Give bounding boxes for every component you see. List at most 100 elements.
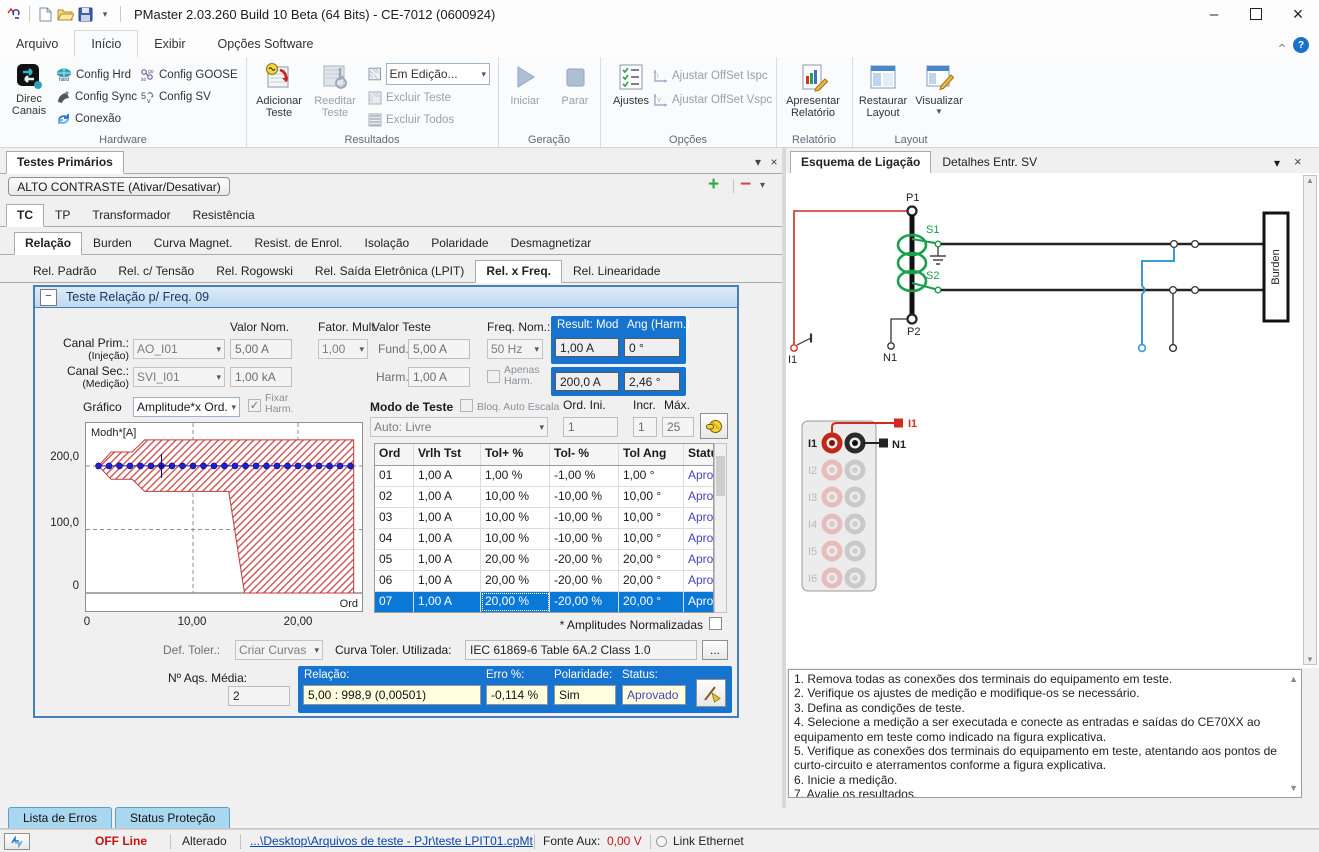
right-panel-menu-icon[interactable]: ▾ bbox=[1274, 156, 1280, 170]
table-row[interactable]: 06 1,00 A 20,00 % -20,00 % 20,00 ° Aprov… bbox=[375, 571, 713, 592]
test-state-combo[interactable]: Em Edição...▾ bbox=[386, 63, 490, 85]
save-button[interactable] bbox=[75, 4, 95, 24]
collapse-ribbon-icon[interactable]: › bbox=[1273, 43, 1288, 47]
apresentar-relatorio-button[interactable]: Apresentar Relatório bbox=[786, 62, 840, 119]
bottom-tab[interactable]: Lista de Erros bbox=[8, 807, 112, 828]
amplitudes-normalizadas-checkbox[interactable] bbox=[709, 617, 722, 630]
device-tab[interactable]: Resistência bbox=[182, 204, 266, 227]
excluir-teste-button[interactable]: Excluir Teste bbox=[368, 88, 451, 108]
valor-nom-prim-field[interactable]: 5,00 A bbox=[230, 339, 292, 359]
table-row[interactable]: 01 1,00 A 1,00 % -1,00 % 1,00 ° Aprovado bbox=[375, 466, 713, 487]
minimize-button[interactable]: – bbox=[1193, 0, 1235, 28]
clear-results-button[interactable] bbox=[696, 679, 726, 707]
canal-sec-combo[interactable]: SVI_I01▾ bbox=[133, 367, 225, 387]
test-type-tab[interactable]: Curva Magnet. bbox=[143, 232, 244, 255]
direc-canais-button[interactable]: Direc Canais bbox=[2, 62, 56, 117]
valor-nom-sec-field[interactable]: 1,00 kA bbox=[230, 367, 292, 387]
tab-testes-primarios[interactable]: Testes Primários bbox=[6, 151, 124, 174]
grafico-combo[interactable]: Amplitude*x Ord.▾ bbox=[133, 397, 240, 417]
qat-customize-icon[interactable]: ▾ bbox=[95, 4, 115, 24]
table-row[interactable]: 07 1,00 A 20,00 % -20,00 % 20,00 ° Aprov… bbox=[375, 592, 713, 613]
test-type-tab[interactable]: Polaridade bbox=[420, 232, 499, 255]
scroll-down-icon[interactable]: ▼ bbox=[1304, 655, 1316, 664]
reconnect-button[interactable] bbox=[4, 833, 30, 850]
apenas-harm-checkbox[interactable] bbox=[487, 370, 500, 383]
test-type-tab[interactable]: Burden bbox=[82, 232, 143, 255]
iniciar-button[interactable]: Iniciar bbox=[498, 62, 552, 107]
remove-test-minus-button[interactable]: − bbox=[740, 174, 751, 196]
def-toler-combo[interactable]: Criar Curvas▾ bbox=[235, 640, 323, 660]
table-row[interactable]: 03 1,00 A 10,00 % -10,00 % 10,00 ° Aprov… bbox=[375, 508, 713, 529]
config-sync-button[interactable]: Config Sync bbox=[56, 87, 137, 107]
instructions-scroll-down-icon[interactable]: ▼ bbox=[1289, 781, 1298, 795]
relation-subtab[interactable]: Rel. Rogowski bbox=[205, 260, 304, 283]
bottom-tab[interactable]: Status Proteção bbox=[115, 807, 230, 828]
table-row[interactable]: 02 1,00 A 10,00 % -10,00 % 10,00 ° Aprov… bbox=[375, 487, 713, 508]
device-tab[interactable]: TC bbox=[6, 204, 44, 227]
test-type-tab[interactable]: Isolação bbox=[353, 232, 420, 255]
curva-toler-field[interactable]: IEC 61869-6 Table 6A.2 Class 1.0 bbox=[465, 640, 697, 660]
alto-contraste-button[interactable]: ALTO CONTRASTE (Ativar/Desativar) bbox=[8, 177, 230, 196]
right-panel-close-icon[interactable]: × bbox=[1294, 154, 1302, 169]
relation-subtab[interactable]: Rel. c/ Tensão bbox=[107, 260, 205, 283]
test-list-dropdown-icon[interactable]: ▾ bbox=[760, 180, 765, 191]
test-type-tab[interactable]: Relação bbox=[14, 232, 82, 255]
manual-point-button[interactable] bbox=[700, 413, 728, 439]
fund-field[interactable]: 5,00 A bbox=[408, 339, 470, 359]
instructions-scroll-up-icon[interactable]: ▲ bbox=[1289, 672, 1298, 686]
right-panel-tab[interactable]: Esquema de Ligação bbox=[790, 151, 931, 174]
device-tab[interactable]: Transformador bbox=[81, 204, 181, 227]
aqs-media-field[interactable]: 2 bbox=[228, 686, 290, 706]
scroll-up-icon[interactable]: ▲ bbox=[1304, 176, 1316, 185]
menu-tab[interactable]: Arquivo bbox=[0, 31, 74, 57]
ajustes-button[interactable]: Ajustes bbox=[604, 62, 658, 107]
test-type-tab[interactable]: Resist. de Enrol. bbox=[243, 232, 353, 255]
file-path-link[interactable]: ...\Desktop\Arquivos de teste - PJr\test… bbox=[250, 834, 533, 848]
ajustar-offset-ispc-button[interactable]: I Ajustar OffSet Ispc bbox=[652, 66, 768, 86]
config-sv-button[interactable]: 5v Config SV bbox=[140, 87, 211, 107]
conexao-button[interactable]: Conexão bbox=[56, 109, 121, 129]
maximize-button[interactable] bbox=[1235, 0, 1277, 28]
table-row[interactable]: 04 1,00 A 10,00 % -10,00 % 10,00 ° Aprov… bbox=[375, 529, 713, 550]
table-row[interactable]: 05 1,00 A 20,00 % -20,00 % 20,00 ° Aprov… bbox=[375, 550, 713, 571]
config-hrd-button[interactable]: hard Config Hrd bbox=[56, 65, 131, 85]
right-panel-tab[interactable]: Detalhes Entr. SV bbox=[931, 151, 1048, 174]
relation-subtab[interactable]: Rel. x Freq. bbox=[475, 260, 562, 283]
visualizar-button[interactable]: Visualizar ▼ bbox=[912, 62, 966, 116]
incr-field[interactable]: 1 bbox=[633, 417, 657, 437]
max-field[interactable]: 25 bbox=[662, 417, 694, 437]
collapse-button[interactable]: − bbox=[40, 289, 57, 306]
restaurar-layout-button[interactable]: Restaurar Layout bbox=[856, 62, 910, 119]
panel-menu-icon[interactable]: ▾ bbox=[750, 155, 766, 169]
bloq-auto-escala-checkbox[interactable] bbox=[460, 399, 473, 412]
reeditar-teste-button[interactable]: Reeditar Teste bbox=[308, 62, 362, 119]
tolerance-chart[interactable]: Modh*[A] Ord bbox=[85, 422, 363, 612]
add-test-plus-button[interactable]: + bbox=[708, 174, 719, 196]
config-goose-button[interactable]: goso Config GOOSE bbox=[140, 65, 238, 85]
new-file-button[interactable] bbox=[35, 4, 55, 24]
ord-ini-field[interactable]: 1 bbox=[563, 417, 618, 437]
relation-subtab[interactable]: Rel. Saída Eletrônica (LPIT) bbox=[304, 260, 475, 283]
diagram-scrollbar[interactable]: ▲ ▼ bbox=[1303, 175, 1317, 665]
scrollbar-thumb[interactable] bbox=[716, 456, 725, 496]
panel-close-icon[interactable]: × bbox=[766, 155, 782, 169]
modo-teste-combo[interactable]: Auto: Livre▾ bbox=[370, 417, 548, 437]
table-scrollbar[interactable] bbox=[714, 443, 727, 613]
menu-tab[interactable]: Exibir bbox=[138, 31, 201, 57]
relation-subtab[interactable]: Rel. Padrão bbox=[22, 260, 107, 283]
test-type-tab[interactable]: Desmagnetizar bbox=[500, 232, 603, 255]
device-tab[interactable]: TP bbox=[44, 204, 81, 227]
close-button[interactable]: × bbox=[1277, 0, 1319, 28]
adicionar-teste-button[interactable]: Adicionar Teste bbox=[252, 62, 306, 119]
canal-prim-combo[interactable]: AO_I01▾ bbox=[133, 339, 225, 359]
open-file-button[interactable] bbox=[55, 4, 75, 24]
help-button[interactable]: ? bbox=[1293, 37, 1309, 53]
fixar-harm-checkbox[interactable]: ✓ bbox=[248, 399, 261, 412]
ajustar-offset-vspc-button[interactable]: V Ajustar OffSet Vspc bbox=[652, 90, 772, 110]
fator-mult-combo[interactable]: 1,00▾ bbox=[318, 339, 368, 359]
relation-subtab[interactable]: Rel. Linearidade bbox=[562, 260, 671, 283]
excluir-todos-button[interactable]: Excluir Todos bbox=[368, 110, 454, 130]
menu-tab[interactable]: Opções Software bbox=[202, 31, 330, 57]
freq-nom-combo[interactable]: 50 Hz▾ bbox=[487, 339, 543, 359]
curva-toler-browse-button[interactable]: ... bbox=[702, 640, 728, 660]
